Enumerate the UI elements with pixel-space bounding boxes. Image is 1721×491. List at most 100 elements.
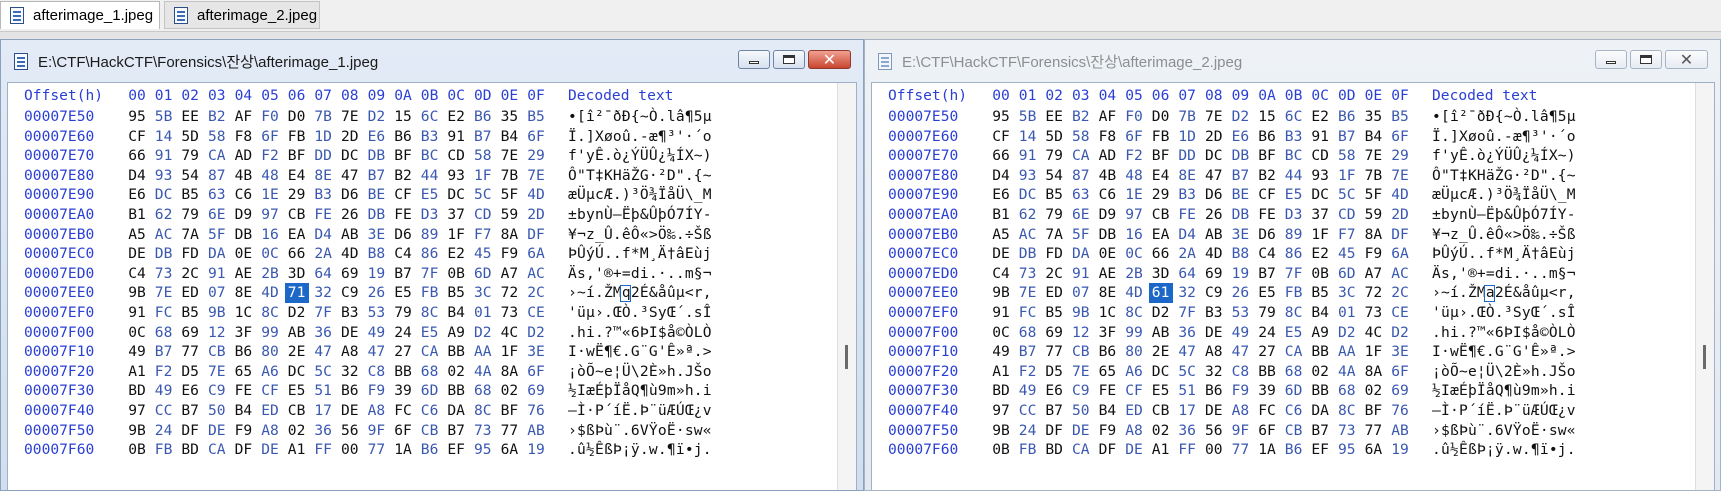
- hex-row[interactable]: 00007E80 D4 93 54 87 4B 48 E4 8E 47 B7 B2 44 93 1F 7B 7E…: [872, 166, 1714, 186]
- hex-byte[interactable]: 8A: [498, 362, 520, 382]
- hex-byte[interactable]: 66: [1150, 244, 1172, 264]
- hex-byte[interactable]: 77: [1043, 342, 1065, 362]
- hex-byte[interactable]: 6F: [525, 362, 547, 382]
- hex-byte[interactable]: B4: [445, 303, 467, 323]
- hex-byte[interactable]: B7: [365, 166, 387, 186]
- hex-byte[interactable]: EE: [179, 107, 201, 127]
- hex-byte[interactable]: D2: [286, 303, 308, 323]
- hex-byte[interactable]: B5: [179, 185, 201, 205]
- hex-byte[interactable]: B8: [1229, 244, 1251, 264]
- hex-byte[interactable]: 79: [1256, 303, 1278, 323]
- hex-byte[interactable]: 58: [206, 127, 228, 147]
- hex-byte[interactable]: 49: [1229, 323, 1251, 343]
- hex-byte[interactable]: D6: [1256, 225, 1278, 245]
- hex-byte[interactable]: 1F: [1362, 342, 1384, 362]
- hex-row[interactable]: 00007EE0 9B 7E ED 07 8E 4D 71 32 C9 26 E5 FB B5 3C 72 2C…: [8, 283, 856, 304]
- hex-byte[interactable]: 49: [990, 342, 1012, 362]
- hex-byte[interactable]: B7: [472, 127, 494, 147]
- hex-byte[interactable]: E5: [1283, 323, 1305, 343]
- hex-byte[interactable]: D4: [126, 166, 148, 186]
- vertical-scrollbar[interactable]: [837, 83, 856, 490]
- hex-byte[interactable]: B5: [525, 107, 547, 127]
- hex-byte[interactable]: 93: [1017, 166, 1039, 186]
- hex-byte[interactable]: B6: [419, 440, 441, 460]
- minimize-button[interactable]: [1595, 50, 1627, 69]
- hex-byte[interactable]: AA: [1336, 342, 1358, 362]
- hex-byte[interactable]: FB: [419, 283, 441, 303]
- hex-byte[interactable]: 66: [126, 146, 148, 166]
- hex-byte[interactable]: BB: [392, 362, 414, 382]
- hex-byte[interactable]: 91: [990, 303, 1012, 323]
- hex-byte[interactable]: E4: [286, 166, 308, 186]
- hex-byte[interactable]: DC: [153, 185, 175, 205]
- hex-byte[interactable]: DA: [206, 244, 228, 264]
- hex-byte[interactable]: AC: [153, 225, 175, 245]
- hex-byte[interactable]: EA: [1150, 225, 1172, 245]
- hex-byte[interactable]: E5: [286, 381, 308, 401]
- hex-byte[interactable]: 6E: [206, 205, 228, 225]
- hex-byte[interactable]: 47: [339, 166, 361, 186]
- hex-byte[interactable]: AB: [339, 225, 361, 245]
- hex-byte[interactable]: 7F: [312, 303, 334, 323]
- hex-byte[interactable]: DB: [1229, 146, 1251, 166]
- hex-byte[interactable]: 79: [1043, 146, 1065, 166]
- hex-byte[interactable]: 35: [498, 107, 520, 127]
- hex-byte[interactable]: F9: [498, 244, 520, 264]
- hex-byte[interactable]: CB: [1150, 205, 1172, 225]
- hex-byte[interactable]: 54: [1043, 166, 1065, 186]
- hex-byte[interactable]: DF: [1389, 225, 1411, 245]
- hex-byte[interactable]: 19: [365, 264, 387, 284]
- hex-byte[interactable]: 5B: [153, 107, 175, 127]
- hex-byte[interactable]: 7B: [312, 107, 334, 127]
- hex-byte[interactable]: 29: [286, 185, 308, 205]
- hex-byte[interactable]: BC: [419, 146, 441, 166]
- hex-byte[interactable]: F9: [1229, 381, 1251, 401]
- decoded-text[interactable]: ¥¬z_Û.êÔ«>Ö‰.÷Šß: [1432, 225, 1576, 245]
- decoded-text[interactable]: 'üµ›.ŒÒ.³SyŒ´.sÎ: [568, 303, 712, 323]
- hex-byte[interactable]: D4: [312, 225, 334, 245]
- hex-byte[interactable]: 95: [472, 440, 494, 460]
- hex-byte[interactable]: BF: [498, 401, 520, 421]
- hex-byte[interactable]: A1: [286, 440, 308, 460]
- hex-byte[interactable]: 6F: [525, 127, 547, 147]
- hex-byte[interactable]: DA: [1309, 401, 1331, 421]
- hex-byte[interactable]: 9B: [206, 303, 228, 323]
- hex-byte[interactable]: 47: [1229, 342, 1251, 362]
- hex-byte[interactable]: AB: [1389, 421, 1411, 441]
- hex-byte[interactable]: E5: [1283, 185, 1305, 205]
- window-titlebar[interactable]: E:\CTF\HackCTF\Forensics\잔상\afterimage_1…: [1, 40, 863, 81]
- hex-view[interactable]: Offset(h) 00 01 02 03 04 05 06 07 08 09 0A 0B 0C 0D 0E 0…: [871, 82, 1715, 490]
- hex-byte[interactable]: 68: [419, 362, 441, 382]
- close-button[interactable]: ✕: [1665, 50, 1708, 69]
- hex-byte[interactable]: 4D: [1203, 244, 1225, 264]
- hex-byte[interactable]: 69: [525, 381, 547, 401]
- hex-byte[interactable]: 3E: [1389, 342, 1411, 362]
- hex-byte[interactable]: 63: [1070, 185, 1092, 205]
- hex-byte[interactable]: 50: [206, 401, 228, 421]
- hex-byte[interactable]: 53: [1229, 303, 1251, 323]
- hex-byte[interactable]: B7: [1256, 264, 1278, 284]
- hex-byte[interactable]: 6A: [1362, 440, 1384, 460]
- hex-byte[interactable]: 36: [312, 323, 334, 343]
- hex-byte[interactable]: E2: [1309, 244, 1331, 264]
- hex-byte[interactable]: 5D: [179, 127, 201, 147]
- hex-byte[interactable]: 5F: [206, 225, 228, 245]
- hex-byte[interactable]: 8C: [419, 303, 441, 323]
- hex-byte[interactable]: 76: [1389, 401, 1411, 421]
- hex-byte[interactable]: 2B: [1123, 264, 1145, 284]
- hex-byte[interactable]: 62: [153, 205, 175, 225]
- hex-byte[interactable]: 6F: [259, 127, 281, 147]
- hex-byte[interactable]: 3E: [365, 225, 387, 245]
- hex-byte[interactable]: CD: [472, 205, 494, 225]
- decoded-text[interactable]: ±bynÙ—Ëþ&ÛþÓ7ÍY-: [1432, 205, 1576, 225]
- hex-byte[interactable]: 7E: [498, 146, 520, 166]
- hex-byte[interactable]: 51: [1176, 381, 1198, 401]
- hex-byte[interactable]: EA: [286, 225, 308, 245]
- hex-byte[interactable]: 69: [1389, 381, 1411, 401]
- decoded-text[interactable]: Ô"T‡KHäŽG·²D".{~: [568, 166, 712, 186]
- decoded-text[interactable]: f'yÊ.ò¿ÝÜÛ¿¼ÍX~): [568, 146, 712, 166]
- hex-byte[interactable]: DE: [1123, 440, 1145, 460]
- hex-byte[interactable]: B1: [990, 205, 1012, 225]
- hex-byte[interactable]: 12: [1070, 323, 1092, 343]
- hex-byte[interactable]: CA: [1283, 342, 1305, 362]
